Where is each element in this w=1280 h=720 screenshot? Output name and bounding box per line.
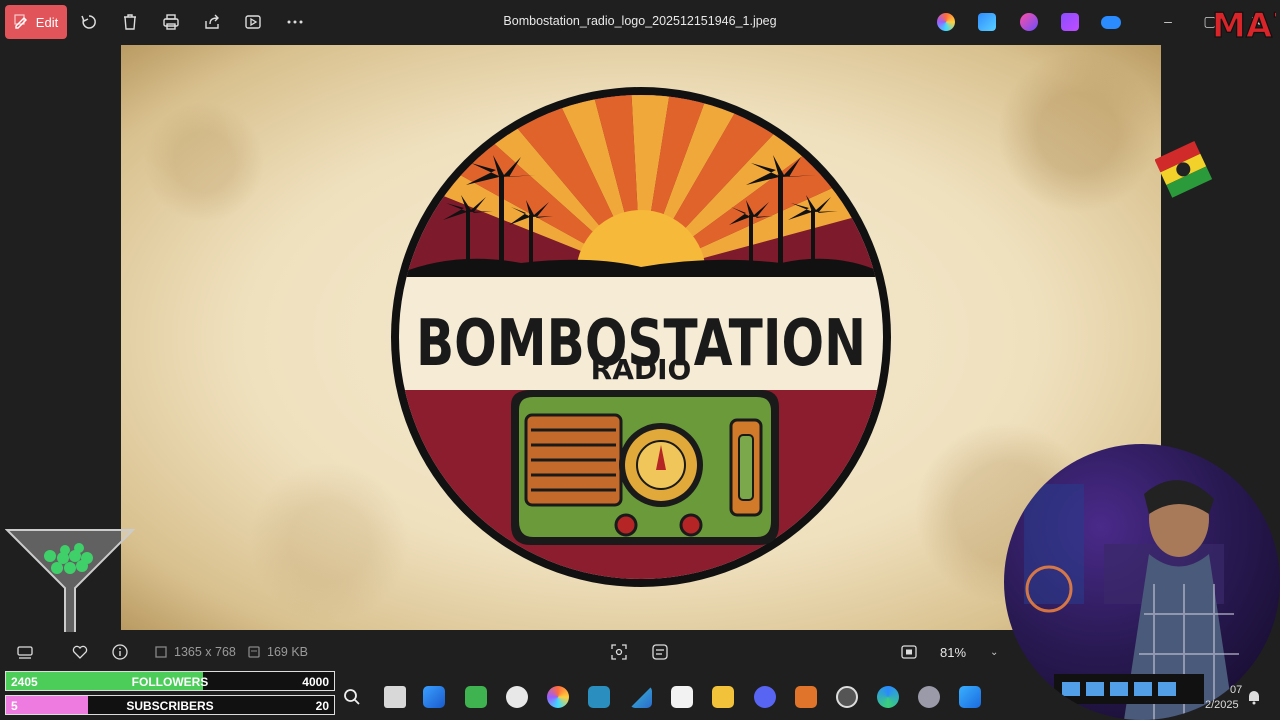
paint-icon[interactable] (1020, 13, 1038, 31)
remote-desktop-icon[interactable] (423, 686, 445, 708)
image-file-size: 169 KB (267, 645, 309, 659)
obs-icon[interactable] (506, 686, 528, 708)
recording-icon[interactable] (836, 686, 858, 708)
followers-label: FOLLOWERS (131, 675, 209, 689)
text-scan-icon[interactable] (649, 641, 671, 663)
streamer-webcam-image (1024, 480, 1239, 720)
task-view-icon[interactable] (384, 686, 406, 708)
bombostation-logo-image: BOMBOSTATION RADIO (391, 87, 891, 587)
flag-sticker (1155, 141, 1213, 198)
zoom-dropdown[interactable]: 81% ⌄ (928, 638, 1008, 666)
webcam-overlay (1004, 444, 1280, 720)
file-explorer-icon[interactable] (712, 686, 734, 708)
copilot-icon[interactable] (937, 13, 955, 31)
copilot-taskbar-icon[interactable] (547, 686, 569, 708)
fit-to-window-icon[interactable] (898, 641, 920, 663)
favorite-icon[interactable] (69, 641, 91, 663)
print-icon[interactable] (160, 11, 182, 33)
onedrive-icon[interactable] (1101, 16, 1121, 29)
subscribers-goal-bar: 5 SUBSCRIBERS 20 (5, 695, 335, 715)
subscribers-label: SUBSCRIBERS (126, 699, 214, 713)
settings-icon[interactable] (918, 686, 940, 708)
capcut-icon[interactable] (671, 686, 693, 708)
svg-text:MA7: MA7 (1212, 6, 1276, 44)
minimize-icon[interactable]: – (1158, 11, 1178, 31)
image-canvas[interactable]: BOMBOSTATION RADIO (121, 45, 1161, 630)
ai-search-icon[interactable] (608, 641, 630, 663)
notification-icon[interactable] (1243, 686, 1265, 708)
clipchamp-icon[interactable] (1061, 13, 1079, 31)
file-name-title: Bombostation_radio_logo_202512151946_1.j… (503, 14, 777, 28)
edit-icon (14, 14, 27, 29)
subscribers-goal: 20 (315, 699, 329, 713)
android-studio-icon[interactable] (465, 686, 487, 708)
file-size-icon (243, 641, 265, 663)
clock-time: 07 (1230, 684, 1243, 696)
edit-label: Edit (35, 14, 59, 30)
edit-button[interactable]: Edit (5, 5, 67, 39)
vintage-radio-illustration (511, 390, 779, 545)
followers-goal: 4000 (302, 675, 329, 689)
designer-icon[interactable] (978, 13, 996, 31)
zoom-value: 81% (940, 644, 967, 660)
channel-logo: MA7 (1212, 5, 1276, 44)
image-dimensions: 1365 x 768 (174, 645, 236, 659)
followers-goal-bar: 2405 FOLLOWERS 4000 (5, 671, 335, 691)
photos-app-window: Edit Bombostation_radio_logo_20251215194… (0, 0, 1280, 720)
slideshow-icon[interactable] (242, 11, 264, 33)
clock-date: 2/2025 (1205, 699, 1239, 711)
top-toolbar: Edit Bombostation_radio_logo_20251215194… (0, 0, 1280, 45)
photos-icon[interactable] (959, 686, 981, 708)
logo-subtitle-text: RADIO (591, 353, 692, 386)
delete-icon[interactable] (119, 11, 141, 33)
search-icon[interactable] (341, 686, 363, 708)
dimensions-icon (150, 641, 172, 663)
filmstrip-icon[interactable] (14, 641, 36, 663)
edge-icon[interactable] (877, 686, 899, 708)
more-icon[interactable] (284, 11, 306, 33)
rotate-icon[interactable] (78, 11, 100, 33)
share-icon[interactable] (201, 11, 223, 33)
discord-icon[interactable] (754, 686, 776, 708)
info-icon[interactable] (109, 641, 131, 663)
terminal-icon[interactable] (588, 686, 610, 708)
fl-studio-icon[interactable] (795, 686, 817, 708)
chevron-down-icon: ⌄ (990, 646, 999, 658)
